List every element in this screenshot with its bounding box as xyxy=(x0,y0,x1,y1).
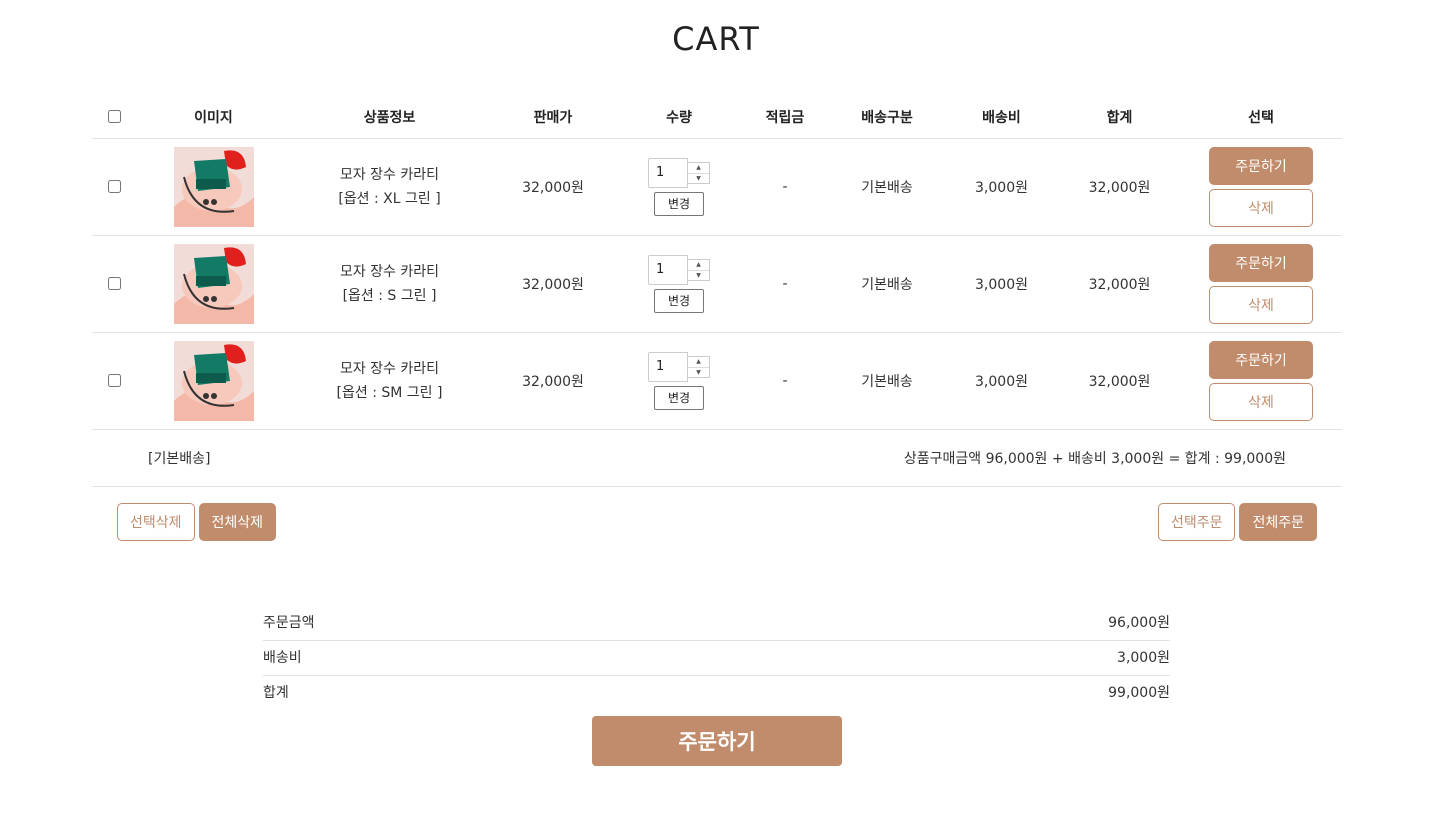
row-checkbox[interactable] xyxy=(107,277,121,290)
order-item-button[interactable]: 주문하기 xyxy=(1209,243,1313,282)
order-totals: 주문금액 96,000원 배송비 3,000원 합계 99,000원 xyxy=(263,606,1170,711)
delete-item-button[interactable]: 삭제 xyxy=(1209,285,1313,324)
spin-down-icon[interactable]: ▼ xyxy=(688,269,709,281)
product-option: [옵션 : SM 그린 ] xyxy=(336,384,443,401)
order-item-button[interactable]: 주문하기 xyxy=(1209,146,1313,185)
cart-table: 이미지 상품정보 판매가 수량 적립금 배송구분 배송비 합계 선택 모자 장수… xyxy=(92,96,1342,430)
quantity-stepper[interactable] xyxy=(648,254,688,285)
header-quantity: 수량 xyxy=(618,96,740,139)
header-product-info: 상품정보 xyxy=(291,96,488,139)
quantity-stepper[interactable] xyxy=(648,351,688,382)
product-thumbnail[interactable] xyxy=(173,243,254,324)
product-info-cell: 모자 장수 카라티 [옵션 : S 그린 ] xyxy=(291,235,488,333)
points-cell: - xyxy=(740,235,830,333)
row-checkbox[interactable] xyxy=(107,374,121,387)
product-name[interactable]: 모자 장수 카라티 xyxy=(291,260,488,284)
points-cell: - xyxy=(740,138,830,236)
row-checkbox[interactable] xyxy=(107,180,121,193)
cart-action-bar: 선택삭제 전체삭제 선택주문 전체주문 xyxy=(117,503,1317,541)
order-all-button[interactable]: 전체주문 xyxy=(1239,503,1317,541)
price-cell: 32,000원 xyxy=(488,235,618,333)
select-actions-cell: 주문하기 삭제 xyxy=(1180,235,1342,333)
total-cell: 32,000원 xyxy=(1059,138,1180,236)
shipping-type-cell: 기본배송 xyxy=(830,332,944,430)
total-cell: 32,000원 xyxy=(1059,332,1180,430)
change-quantity-button[interactable]: 변경 xyxy=(654,385,704,410)
points-cell: - xyxy=(740,332,830,430)
totals-label: 합계 xyxy=(263,685,289,701)
delete-item-button[interactable]: 삭제 xyxy=(1209,188,1313,227)
totals-label: 주문금액 xyxy=(263,615,315,631)
product-name[interactable]: 모자 장수 카라티 xyxy=(291,163,488,187)
totals-value: 99,000원 xyxy=(1108,685,1170,701)
spin-down-icon[interactable]: ▼ xyxy=(688,172,709,184)
table-row: 모자 장수 카라티 [옵션 : SM 그린 ] 32,000원 ▲▼ 변경 - xyxy=(92,332,1342,430)
totals-label: 배송비 xyxy=(263,650,302,666)
spin-up-icon[interactable]: ▲ xyxy=(688,163,709,173)
cart-page: CART 이미지 상품정보 판매가 수량 적립금 배송구분 배송비 합계 선택 xyxy=(0,0,1456,820)
image-cell xyxy=(136,332,291,430)
product-thumbnail[interactable] xyxy=(173,340,254,421)
totals-row: 배송비 3,000원 xyxy=(263,641,1170,676)
product-info-cell: 모자 장수 카라티 [옵션 : SM 그린 ] xyxy=(291,332,488,430)
table-row: 모자 장수 카라티 [옵션 : S 그린 ] 32,000원 ▲▼ 변경 - xyxy=(92,235,1342,333)
header-points: 적립금 xyxy=(740,96,830,139)
header-total: 합계 xyxy=(1059,96,1180,139)
select-actions-cell: 주문하기 삭제 xyxy=(1180,138,1342,236)
row-checkbox-cell xyxy=(92,235,136,333)
select-actions-cell: 주문하기 삭제 xyxy=(1180,332,1342,430)
image-cell xyxy=(136,235,291,333)
product-thumbnail[interactable] xyxy=(173,146,254,227)
delete-item-button[interactable]: 삭제 xyxy=(1209,382,1313,421)
quantity-cell: ▲▼ 변경 xyxy=(618,332,740,430)
spin-down-icon[interactable]: ▼ xyxy=(688,366,709,378)
order-selected-button[interactable]: 선택주문 xyxy=(1157,503,1236,541)
delete-selected-button[interactable]: 선택삭제 xyxy=(117,503,195,541)
table-header-row: 이미지 상품정보 판매가 수량 적립금 배송구분 배송비 합계 선택 xyxy=(92,96,1342,139)
shipping-fee-cell: 3,000원 xyxy=(944,332,1059,430)
image-cell xyxy=(136,138,291,236)
spin-up-icon[interactable]: ▲ xyxy=(688,357,709,367)
price-cell: 32,000원 xyxy=(488,138,618,236)
product-name[interactable]: 모자 장수 카라티 xyxy=(291,357,488,381)
shipping-fee-cell: 3,000원 xyxy=(944,235,1059,333)
totals-row: 합계 99,000원 xyxy=(263,676,1170,711)
totals-value: 3,000원 xyxy=(1117,650,1170,666)
product-option: [옵션 : XL 그린 ] xyxy=(338,190,441,207)
change-quantity-button[interactable]: 변경 xyxy=(654,191,704,216)
header-price: 판매가 xyxy=(488,96,618,139)
header-select: 선택 xyxy=(1180,96,1342,139)
checkout-button[interactable]: 주문하기 xyxy=(592,716,842,766)
table-row: 모자 장수 카라티 [옵션 : XL 그린 ] 32,000원 ▲▼ 변경 - xyxy=(92,138,1342,236)
shipping-type-cell: 기본배송 xyxy=(830,138,944,236)
quantity-cell: ▲▼ 변경 xyxy=(618,138,740,236)
header-select-all xyxy=(92,96,136,139)
row-checkbox-cell xyxy=(92,138,136,236)
product-info-cell: 모자 장수 카라티 [옵션 : XL 그린 ] xyxy=(291,138,488,236)
shipping-summary-row: [기본배송] 상품구매금액 96,000원 + 배송비 3,000원 = 합계 … xyxy=(92,430,1342,487)
totals-value: 96,000원 xyxy=(1108,615,1170,631)
row-checkbox-cell xyxy=(92,332,136,430)
quantity-cell: ▲▼ 변경 xyxy=(618,235,740,333)
page-title: CART xyxy=(672,20,760,58)
shipping-type-cell: 기본배송 xyxy=(830,235,944,333)
change-quantity-button[interactable]: 변경 xyxy=(654,288,704,313)
header-image: 이미지 xyxy=(136,96,291,139)
shipping-fee-cell: 3,000원 xyxy=(944,138,1059,236)
totals-row: 주문금액 96,000원 xyxy=(263,606,1170,641)
shipping-group-total: 상품구매금액 96,000원 + 배송비 3,000원 = 합계 : 99,00… xyxy=(903,451,1286,467)
shipping-group-label: [기본배송] xyxy=(148,451,211,467)
price-cell: 32,000원 xyxy=(488,332,618,430)
header-shipping-type: 배송구분 xyxy=(830,96,944,139)
total-cell: 32,000원 xyxy=(1059,235,1180,333)
order-item-button[interactable]: 주문하기 xyxy=(1209,340,1313,379)
quantity-stepper[interactable] xyxy=(648,157,688,188)
delete-all-button[interactable]: 전체삭제 xyxy=(198,503,277,541)
spin-up-icon[interactable]: ▲ xyxy=(688,260,709,270)
header-shipping-fee: 배송비 xyxy=(944,96,1059,139)
product-option: [옵션 : S 그린 ] xyxy=(342,287,437,304)
select-all-checkbox[interactable] xyxy=(107,110,121,124)
